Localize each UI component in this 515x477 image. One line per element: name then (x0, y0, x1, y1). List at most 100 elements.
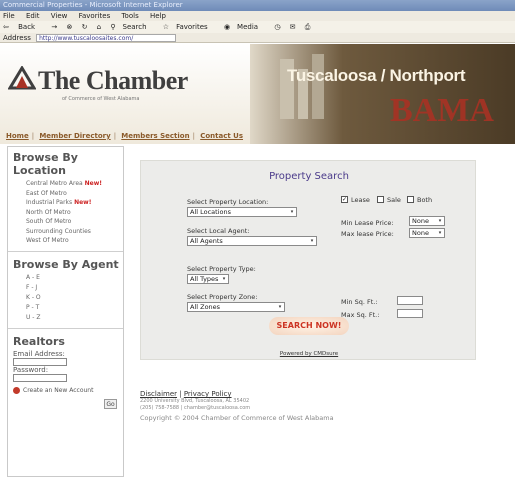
nav-home[interactable]: Home (6, 132, 29, 140)
mail-icon[interactable]: ✉ (290, 23, 296, 31)
print-icon[interactable]: ⎙ (305, 23, 311, 31)
refresh-icon[interactable]: ↻ (82, 23, 88, 31)
agent-list: A - E F - J K - O P - T U - Z (8, 273, 123, 323)
agent-link-u-z[interactable]: U - Z (26, 313, 123, 323)
create-account-icon (13, 386, 20, 394)
location-link-industrial[interactable]: Industrial Parks New! (26, 198, 123, 208)
max-lease-label: Max lease Price: (341, 230, 394, 238)
chevron-down-icon: ▾ (310, 238, 314, 244)
chevron-down-icon: ▾ (290, 209, 294, 215)
agent-select-label: Select Local Agent: (187, 227, 250, 235)
menu-file[interactable]: File (3, 12, 15, 20)
window-title: Commercial Properties - Microsoft Intern… (3, 1, 183, 9)
agent-select[interactable]: All Agents ▾ (187, 236, 317, 246)
left-sidebar: Browse By Location Central Metro Area Ne… (7, 146, 124, 477)
agent-link-f-j[interactable]: F - J (26, 283, 123, 293)
both-checkbox[interactable] (407, 196, 414, 203)
menu-view[interactable]: View (51, 12, 68, 20)
star-icon: ☆ (162, 23, 170, 31)
footer-address: 2200 University Blvd, Tuscaloosa, AL 354… (140, 398, 250, 404)
max-lease-select[interactable]: None ▾ (409, 228, 445, 238)
chevron-down-icon: ▾ (222, 276, 226, 282)
search-now-button[interactable]: SEARCH NOW! (269, 317, 349, 335)
divider (8, 250, 123, 252)
footer-copyright: Copyright © 2004 Chamber of Commerce of … (140, 414, 334, 422)
search-title: Property Search (269, 171, 349, 182)
window-title-bar: Commercial Properties - Microsoft Intern… (0, 0, 515, 11)
chevron-down-icon: ▾ (438, 230, 442, 236)
agent-link-a-e[interactable]: A - E (26, 273, 123, 283)
password-label: Password: (13, 365, 49, 374)
header-banner: The Chamber of Commerce of West Alabama … (0, 44, 515, 144)
password-field[interactable] (13, 373, 67, 382)
max-sqft-input[interactable] (397, 309, 423, 318)
forward-button[interactable]: → (51, 23, 57, 31)
chevron-down-icon: ▾ (438, 218, 442, 224)
search-button[interactable]: ⚲ Search (110, 23, 153, 31)
nav-member-directory[interactable]: Member Directory (39, 132, 110, 140)
divider (8, 327, 123, 329)
menu-bar: File Edit View Favorites Tools Help (0, 11, 515, 21)
email-label: Email Address: (13, 349, 65, 358)
history-icon[interactable]: ◷ (274, 23, 280, 31)
location-list: Central Metro Area New! East Of Metro In… (8, 179, 123, 246)
footer-links: Disclaimer | Privacy Policy (140, 390, 232, 398)
email-field[interactable] (13, 357, 67, 366)
nav-contact-us[interactable]: Contact Us (200, 132, 243, 140)
both-label: Both (417, 196, 433, 204)
lease-checkbox[interactable]: ✓ (341, 196, 348, 203)
disclaimer-link[interactable]: Disclaimer (140, 390, 177, 398)
back-icon: ⇦ (3, 23, 9, 31)
media-icon: ◉ (223, 23, 231, 31)
privacy-link[interactable]: Privacy Policy (184, 390, 232, 398)
address-input[interactable]: http://www.tuscaloosaites.com/ (36, 34, 177, 42)
location-select[interactable]: All Locations ▾ (187, 207, 297, 217)
location-link-south[interactable]: South Of Metro (26, 217, 123, 227)
realtors-heading: Realtors (13, 334, 65, 348)
address-bar: Address http://www.tuscaloosaites.com/ (0, 33, 515, 43)
menu-help[interactable]: Help (150, 12, 166, 20)
min-lease-select[interactable]: None ▾ (409, 216, 445, 226)
lease-label: Lease (351, 196, 370, 204)
media-button[interactable]: ◉ Media (224, 23, 265, 31)
home-icon[interactable]: ⌂ (97, 23, 101, 31)
chamber-logo-text: The Chamber (38, 66, 188, 95)
new-badge: New! (74, 199, 92, 206)
min-sqft-input[interactable] (397, 296, 423, 305)
location-link-north[interactable]: North Of Metro (26, 208, 123, 218)
footer-phone: (205) 758-7588 | chamber@tuscaloosa.com (140, 405, 251, 411)
back-button[interactable]: ⇦ Back (3, 23, 42, 31)
browser-toolbar: ⇦ Back → ⊗ ↻ ⌂ ⚲ Search ☆ Favorites ◉ Media… (0, 21, 515, 33)
footer: Disclaimer | Privacy Policy 2200 Univers… (140, 390, 440, 422)
agent-link-p-t[interactable]: P - T (26, 303, 123, 313)
favorites-button[interactable]: ☆ Favorites (163, 23, 215, 31)
menu-edit[interactable]: Edit (26, 12, 40, 20)
menu-favorites[interactable]: Favorites (79, 12, 111, 20)
zone-select[interactable]: All Zones ▾ (187, 302, 285, 312)
address-label: Address (3, 34, 31, 42)
min-sqft-label: Min Sq. Ft.: (341, 298, 378, 306)
chamber-logo-icon (8, 66, 36, 90)
sale-checkbox[interactable] (377, 196, 384, 203)
menu-tools[interactable]: Tools (121, 12, 138, 20)
agent-link-k-o[interactable]: K - O (26, 293, 123, 303)
go-button[interactable]: Go (104, 399, 117, 409)
sale-label: Sale (387, 196, 401, 204)
max-sqft-label: Max Sq. Ft.: (341, 311, 380, 319)
chamber-logo-subtitle: of Commerce of West Alabama (62, 96, 140, 102)
location-link-central[interactable]: Central Metro Area New! (26, 179, 123, 189)
bama-marquee: BAMA (390, 92, 494, 129)
type-select[interactable]: All Types ▾ (187, 274, 229, 284)
search-icon: ⚲ (110, 23, 116, 31)
stop-icon[interactable]: ⊗ (66, 23, 72, 31)
browse-agent-heading: Browse By Agent (13, 257, 119, 271)
nav-members-section[interactable]: Members Section (121, 132, 189, 140)
building-shape (312, 54, 324, 119)
location-link-west[interactable]: West Of Metro (26, 236, 123, 246)
zone-select-label: Select Property Zone: (187, 293, 258, 301)
location-link-east[interactable]: East Of Metro (26, 189, 123, 199)
location-link-surrounding[interactable]: Surrounding Counties (26, 227, 123, 237)
powered-by-link[interactable]: Powered by CMDsure (141, 351, 477, 357)
create-account-link[interactable]: Create an New Account (8, 386, 123, 394)
min-lease-label: Min Lease Price: (341, 219, 394, 227)
